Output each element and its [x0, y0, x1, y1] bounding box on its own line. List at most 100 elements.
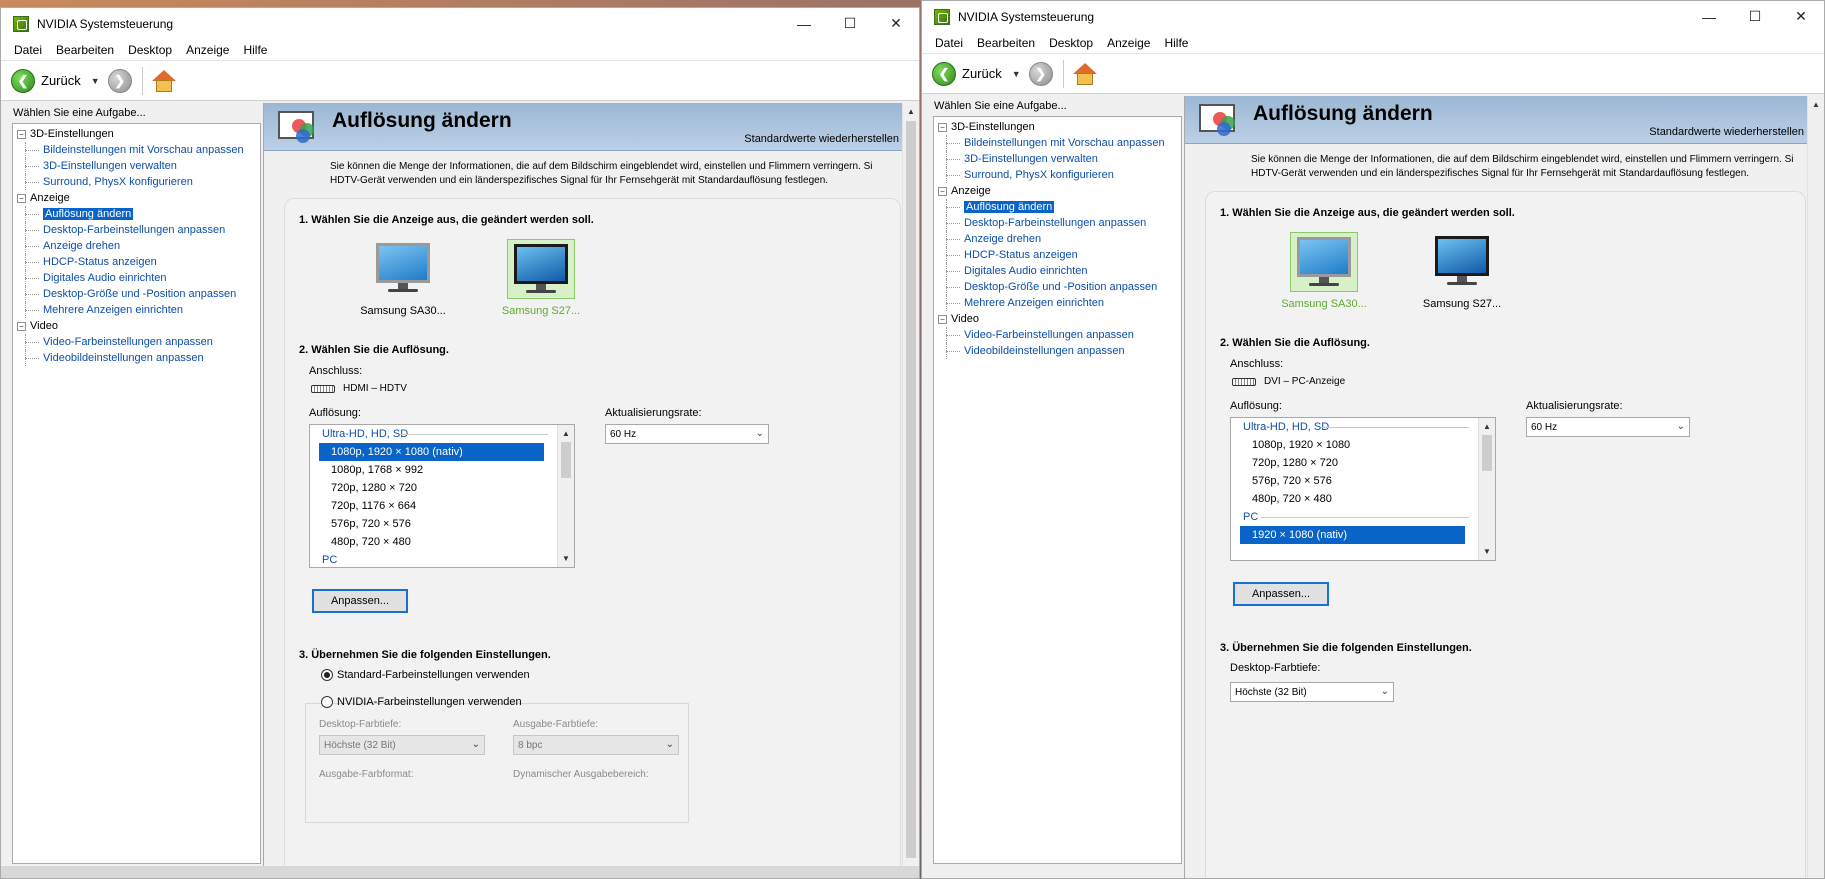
tree-item-aufloesung-aendern[interactable]: Auflösung ändern	[13, 206, 260, 222]
maximize-icon[interactable]: ☐	[1732, 1, 1778, 32]
tree-item-surround-physx[interactable]: Surround, PhysX konfigurieren	[934, 167, 1181, 183]
tree-item-desktop-farbe[interactable]: Desktop-Farbeinstellungen anpassen	[13, 222, 260, 238]
scroll-down-icon[interactable]: ▼	[1479, 543, 1495, 560]
tree-category-3d[interactable]: −3D-Einstellungen	[13, 126, 260, 142]
listbox-scrollbar[interactable]: ▲ ▼	[557, 425, 574, 567]
scroll-up-icon[interactable]: ▲	[558, 425, 574, 442]
collapse-icon[interactable]: −	[938, 314, 947, 324]
title-bar[interactable]: NVIDIA Systemsteuerung — ☐ ✕	[922, 1, 1824, 32]
back-arrow-icon[interactable]: ❮	[932, 61, 956, 86]
tree-item-anzeige-drehen[interactable]: Anzeige drehen	[934, 231, 1181, 247]
menu-datei[interactable]: Datei	[928, 36, 970, 50]
listbox-scrollbar[interactable]: ▲ ▼	[1478, 418, 1495, 560]
tree-item-aufloesung-aendern[interactable]: Auflösung ändern	[934, 199, 1181, 215]
scroll-down-icon[interactable]: ▼	[558, 550, 574, 567]
back-arrow-icon[interactable]: ❮	[11, 68, 35, 93]
menu-datei[interactable]: Datei	[7, 43, 49, 57]
scroll-thumb[interactable]	[1482, 435, 1492, 471]
resolution-option[interactable]: 576p, 720 × 576	[1240, 472, 1465, 490]
collapse-icon[interactable]: −	[938, 122, 947, 132]
tree-item-desktop-groesse[interactable]: Desktop-Größe und -Position anpassen	[13, 286, 260, 302]
tree-item-digitales-audio[interactable]: Digitales Audio einrichten	[13, 270, 260, 286]
tree-item-desktop-farbe[interactable]: Desktop-Farbeinstellungen anpassen	[934, 215, 1181, 231]
output-color-depth-select[interactable]: 8 bpc ⌄	[513, 735, 679, 755]
tree-category-video[interactable]: − Video	[934, 311, 1181, 327]
forward-arrow-icon[interactable]: ❯	[107, 68, 132, 93]
resolution-option[interactable]: 1080p, 1920 × 1080	[1240, 436, 1465, 454]
refresh-rate-select[interactable]: 60 Hz ⌄	[605, 424, 769, 444]
menu-anzeige[interactable]: Anzeige	[179, 43, 236, 57]
resolution-option[interactable]: 480p, 720 × 480	[319, 533, 544, 551]
home-icon[interactable]	[151, 68, 177, 94]
maximize-icon[interactable]: ☐	[827, 8, 873, 39]
back-button-label[interactable]: Zurück	[41, 73, 81, 88]
tree-item-surround-physx[interactable]: Surround, PhysX konfigurieren	[13, 174, 260, 190]
tree-item-bildeinstellungen[interactable]: Bildeinstellungen mit Vorschau anpassen	[13, 142, 260, 158]
tree-item-video-farbe[interactable]: Video-Farbeinstellungen anpassen	[13, 334, 260, 350]
tree-item-videobild[interactable]: Videobildeinstellungen anpassen	[13, 350, 260, 366]
back-history-dropdown-icon[interactable]: ▼	[91, 76, 100, 86]
menu-bearbeiten[interactable]: Bearbeiten	[49, 43, 121, 57]
radio-unchecked-icon[interactable]	[321, 696, 333, 708]
resolution-listbox[interactable]: Ultra-HD, HD, SD 1080p, 1920 × 1080 (nat…	[309, 424, 575, 568]
display-samsung-sa30[interactable]: Samsung SA30...	[355, 239, 451, 317]
back-button-label[interactable]: Zurück	[962, 66, 1002, 81]
collapse-icon[interactable]: −	[938, 186, 947, 196]
resolution-option[interactable]: 1080p, 1920 × 1080 (nativ)	[319, 443, 544, 461]
resolution-option[interactable]: 720p, 1176 × 664	[319, 497, 544, 515]
tree-item-mehrere-anzeigen[interactable]: Mehrere Anzeigen einrichten	[13, 302, 260, 318]
tree-category-anzeige[interactable]: − Anzeige	[13, 190, 260, 206]
scroll-up-icon[interactable]: ▲	[1479, 418, 1495, 435]
tree-category-3d[interactable]: −3D-Einstellungen	[934, 119, 1181, 135]
display-samsung-sa30[interactable]: Samsung SA30...	[1276, 232, 1372, 310]
tree-category-video[interactable]: − Video	[13, 318, 260, 334]
close-icon[interactable]: ✕	[1778, 1, 1824, 32]
customize-button[interactable]: Anpassen...	[312, 589, 408, 613]
resolution-option[interactable]: 1080p, 1768 × 992	[319, 461, 544, 479]
tree-item-mehrere-anzeigen[interactable]: Mehrere Anzeigen einrichten	[934, 295, 1181, 311]
title-bar[interactable]: NVIDIA Systemsteuerung — ☐ ✕	[1, 8, 919, 39]
menu-anzeige[interactable]: Anzeige	[1100, 36, 1157, 50]
resolution-option[interactable]: 480p, 720 × 480	[1240, 490, 1465, 508]
desktop-color-depth-select[interactable]: Höchste (32 Bit) ⌄	[1230, 682, 1394, 702]
collapse-icon[interactable]: −	[17, 129, 26, 139]
tree-item-3d-verwalten[interactable]: 3D-Einstellungen verwalten	[934, 151, 1181, 167]
main-scrollbar[interactable]: ▲	[1807, 96, 1824, 878]
resolution-option[interactable]: 720p, 1280 × 720	[319, 479, 544, 497]
menu-hilfe[interactable]: Hilfe	[1157, 36, 1195, 50]
tree-item-anzeige-drehen[interactable]: Anzeige drehen	[13, 238, 260, 254]
collapse-icon[interactable]: −	[17, 321, 26, 331]
close-icon[interactable]: ✕	[873, 8, 919, 39]
tree-item-bildeinstellungen[interactable]: Bildeinstellungen mit Vorschau anpassen	[934, 135, 1181, 151]
back-history-dropdown-icon[interactable]: ▼	[1012, 69, 1021, 79]
menu-bearbeiten[interactable]: Bearbeiten	[970, 36, 1042, 50]
tree-item-desktop-groesse[interactable]: Desktop-Größe und -Position anpassen	[934, 279, 1181, 295]
tree-item-hdcp-status[interactable]: HDCP-Status anzeigen	[934, 247, 1181, 263]
home-icon[interactable]	[1072, 61, 1098, 87]
horizontal-scrollbar[interactable]	[1, 866, 919, 878]
resolution-listbox[interactable]: Ultra-HD, HD, SD 1080p, 1920 × 1080 720p…	[1230, 417, 1496, 561]
tree-item-videobild[interactable]: Videobildeinstellungen anpassen	[934, 343, 1181, 359]
desktop-color-depth-select[interactable]: Höchste (32 Bit) ⌄	[319, 735, 485, 755]
scroll-thumb[interactable]	[906, 121, 916, 858]
scroll-up-icon[interactable]: ▲	[1808, 96, 1824, 113]
menu-desktop[interactable]: Desktop	[1042, 36, 1100, 50]
scroll-thumb[interactable]	[561, 442, 571, 478]
minimize-icon[interactable]: —	[781, 8, 827, 39]
restore-defaults-link[interactable]: Standardwerte wiederherstellen	[1649, 126, 1804, 138]
minimize-icon[interactable]: —	[1686, 1, 1732, 32]
restore-defaults-link[interactable]: Standardwerte wiederherstellen	[744, 133, 899, 145]
menu-hilfe[interactable]: Hilfe	[236, 43, 274, 57]
tree-item-hdcp-status[interactable]: HDCP-Status anzeigen	[13, 254, 260, 270]
tree-item-video-farbe[interactable]: Video-Farbeinstellungen anpassen	[934, 327, 1181, 343]
display-samsung-s27[interactable]: Samsung S27...	[1414, 232, 1510, 310]
menu-desktop[interactable]: Desktop	[121, 43, 179, 57]
customize-button[interactable]: Anpassen...	[1233, 582, 1329, 606]
forward-arrow-icon[interactable]: ❯	[1028, 61, 1053, 86]
scroll-up-icon[interactable]: ▲	[903, 103, 919, 120]
nvidia-color-radio[interactable]: NVIDIA-Farbeinstellungen verwenden	[321, 696, 522, 708]
radio-checked-icon[interactable]	[321, 669, 333, 681]
standard-color-radio[interactable]: Standard-Farbeinstellungen verwenden	[321, 669, 530, 681]
resolution-option[interactable]: 1920 × 1080 (nativ)	[1240, 526, 1465, 544]
display-samsung-s27[interactable]: Samsung S27...	[493, 239, 589, 317]
